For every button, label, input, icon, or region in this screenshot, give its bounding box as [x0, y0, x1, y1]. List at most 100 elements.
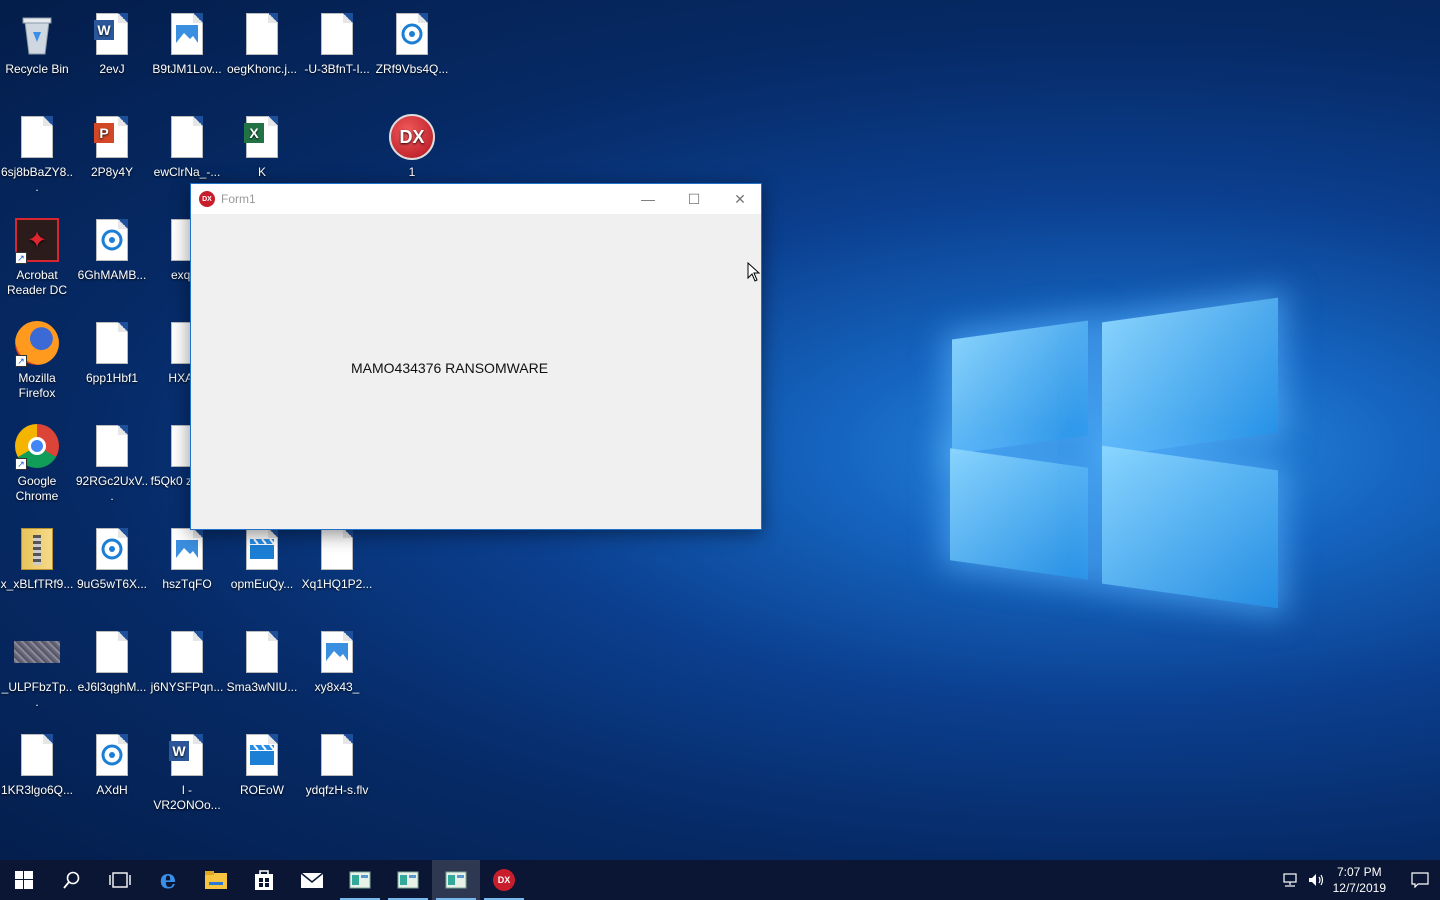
taskbar-app-3[interactable] — [432, 860, 480, 900]
system-tray: 7:07 PM 12/7/2019 — [1281, 860, 1440, 900]
desktop-icon-label: K — [257, 165, 266, 179]
desktop-icon[interactable]: _ULPFbzTp... — [0, 620, 74, 718]
desktop-icon[interactable]: x_xBLfTRf9... — [0, 517, 74, 615]
desktop-icon[interactable]: 9uG5wT6X... — [75, 517, 149, 615]
volume-icon[interactable] — [1307, 872, 1325, 888]
clock[interactable]: 7:07 PM 12/7/2019 — [1333, 864, 1386, 896]
search-icon — [63, 871, 80, 889]
window-app-icon — [397, 871, 419, 889]
noise-image-icon — [13, 628, 61, 676]
desktop-icon[interactable]: 6GhMAMB... — [75, 208, 149, 306]
taskbar-store[interactable] — [240, 860, 288, 900]
desktop-icon[interactable]: W 2evJ — [75, 2, 149, 100]
desktop-icon[interactable]: Sma3wNIU... — [225, 620, 299, 718]
chrome-icon: ↗ — [13, 422, 61, 470]
taskbar-edge[interactable]: e — [144, 860, 192, 900]
clock-date: 12/7/2019 — [1332, 881, 1386, 895]
taskbar-mail[interactable] — [288, 860, 336, 900]
desktop-icon-label: Recycle Bin — [5, 62, 69, 76]
action-center-button[interactable] — [1400, 860, 1440, 900]
dx-app-icon: DX — [493, 869, 515, 891]
close-button[interactable]: ✕ — [717, 184, 763, 214]
desktop-icon-label: AXdH — [96, 783, 128, 797]
desktop-icon[interactable]: ydqfzH-s.flv — [300, 723, 374, 821]
ransomware-label: MAMO434376 RANSOMWARE — [351, 360, 549, 376]
windows-start-icon — [15, 871, 33, 889]
blank-file-icon — [88, 628, 136, 676]
title-bar[interactable]: DX Form1 — ☐ ✕ — [191, 184, 761, 214]
desktop-icon-label: B9tJM1Lov... — [152, 62, 222, 76]
desktop-icon[interactable]: 6pp1Hbf1 — [75, 311, 149, 409]
desktop-icon[interactable]: 1KR3lgo6Q... — [0, 723, 74, 821]
windows-logo-wallpaper — [940, 280, 1290, 620]
folder-icon — [205, 871, 227, 889]
start-button[interactable] — [0, 860, 48, 900]
desktop-icon-label: 6sj8bBaZY8... — [0, 165, 74, 194]
desktop-icon[interactable]: 92RGc2UxV... — [75, 414, 149, 512]
taskbar: e DX 7:07 PM 12/7/2019 — [0, 860, 1440, 900]
media-file-icon — [388, 10, 436, 58]
desktop-icon-label: j6NYSFPqn... — [150, 680, 224, 694]
desktop-icon[interactable]: xy8x43_ — [300, 620, 374, 718]
desktop-icon[interactable]: Wl -VR2ONOo... — [150, 723, 224, 821]
blank-file-icon — [313, 525, 361, 573]
task-view-button[interactable] — [96, 860, 144, 900]
image-file-icon — [163, 525, 211, 573]
desktop-icon-label: ZRf9Vbs4Q... — [375, 62, 449, 76]
blank-file-icon — [13, 113, 61, 161]
desktop-icon[interactable]: ROEoW — [225, 723, 299, 821]
desktop-icon-label: ewClrNa_-... — [153, 165, 221, 179]
desktop-icon-label: l -VR2ONOo... — [153, 783, 221, 812]
desktop-icon[interactable]: hszTqFO — [150, 517, 224, 615]
blank-file-icon — [163, 628, 211, 676]
desktop-icon-label: 1KR3lgo6Q... — [0, 783, 74, 797]
desktop-icon[interactable]: Xq1HQ1P2... — [300, 517, 374, 615]
desktop-icon-label: opmEuQy... — [230, 577, 294, 591]
taskbar-dx-app[interactable]: DX — [480, 860, 528, 900]
blank-file-icon — [238, 628, 286, 676]
mouse-cursor-icon — [747, 262, 761, 282]
window-app-icon — [445, 871, 467, 889]
acrobat-icon: ✦ ↗ — [13, 216, 61, 264]
desktop-icon[interactable]: P 2P8y4Y — [75, 105, 149, 203]
desktop-icon[interactable]: B9tJM1Lov... — [150, 2, 224, 100]
desktop-icon[interactable]: -U-3BfnT-I... — [300, 2, 374, 100]
minimize-button[interactable]: — — [625, 184, 671, 214]
desktop-icon-label: ROEoW — [239, 783, 284, 797]
blank-file-icon — [163, 113, 211, 161]
desktop-icon[interactable]: AXdH — [75, 723, 149, 821]
dx-app-icon: DX — [388, 113, 436, 161]
media-file-icon — [88, 216, 136, 264]
desktop-icon-label: Sma3wNIU... — [226, 680, 298, 694]
desktop-icon-label: -U-3BfnT-I... — [304, 62, 370, 76]
taskbar-app-2[interactable] — [384, 860, 432, 900]
desktop-icon-label: x_xBLfTRf9... — [0, 577, 74, 591]
video-file-icon — [238, 525, 286, 573]
desktop-icon[interactable]: ✦ ↗ Acrobat Reader DC — [0, 208, 74, 306]
desktop-icon[interactable]: Recycle Bin — [0, 2, 74, 100]
desktop-icon-label: oegKhonc.j... — [226, 62, 298, 76]
desktop-icon-label: Google Chrome — [15, 474, 59, 503]
desktop-icon[interactable]: ↗ Google Chrome — [0, 414, 74, 512]
form-window[interactable]: DX Form1 — ☐ ✕ MAMO434376 RANSOMWARE — [190, 183, 762, 530]
desktop-icon[interactable]: eJ6l3qghM... — [75, 620, 149, 718]
desktop-icon-label: 9uG5wT6X... — [76, 577, 148, 591]
desktop-icon-label: 2evJ — [99, 62, 125, 76]
desktop-icon[interactable]: j6NYSFPqn... — [150, 620, 224, 718]
network-icon[interactable] — [1281, 872, 1299, 888]
desktop-icon-label: Acrobat Reader DC — [6, 268, 68, 297]
taskbar-app-1[interactable] — [336, 860, 384, 900]
desktop-icon[interactable]: ↗ Mozilla Firefox — [0, 311, 74, 409]
search-button[interactable] — [48, 860, 96, 900]
taskbar-file-explorer[interactable] — [192, 860, 240, 900]
maximize-button[interactable]: ☐ — [671, 184, 717, 214]
desktop-icon[interactable]: 6sj8bBaZY8... — [0, 105, 74, 203]
archive-file-icon — [13, 525, 61, 573]
window-title: Form1 — [221, 192, 256, 206]
notification-icon — [1411, 872, 1429, 888]
desktop-icon[interactable]: oegKhonc.j... — [225, 2, 299, 100]
desktop-icon[interactable]: opmEuQy... — [225, 517, 299, 615]
blank-file-icon — [313, 731, 361, 779]
desktop-icon[interactable]: ZRf9Vbs4Q... — [375, 2, 449, 100]
video-file-icon — [238, 731, 286, 779]
